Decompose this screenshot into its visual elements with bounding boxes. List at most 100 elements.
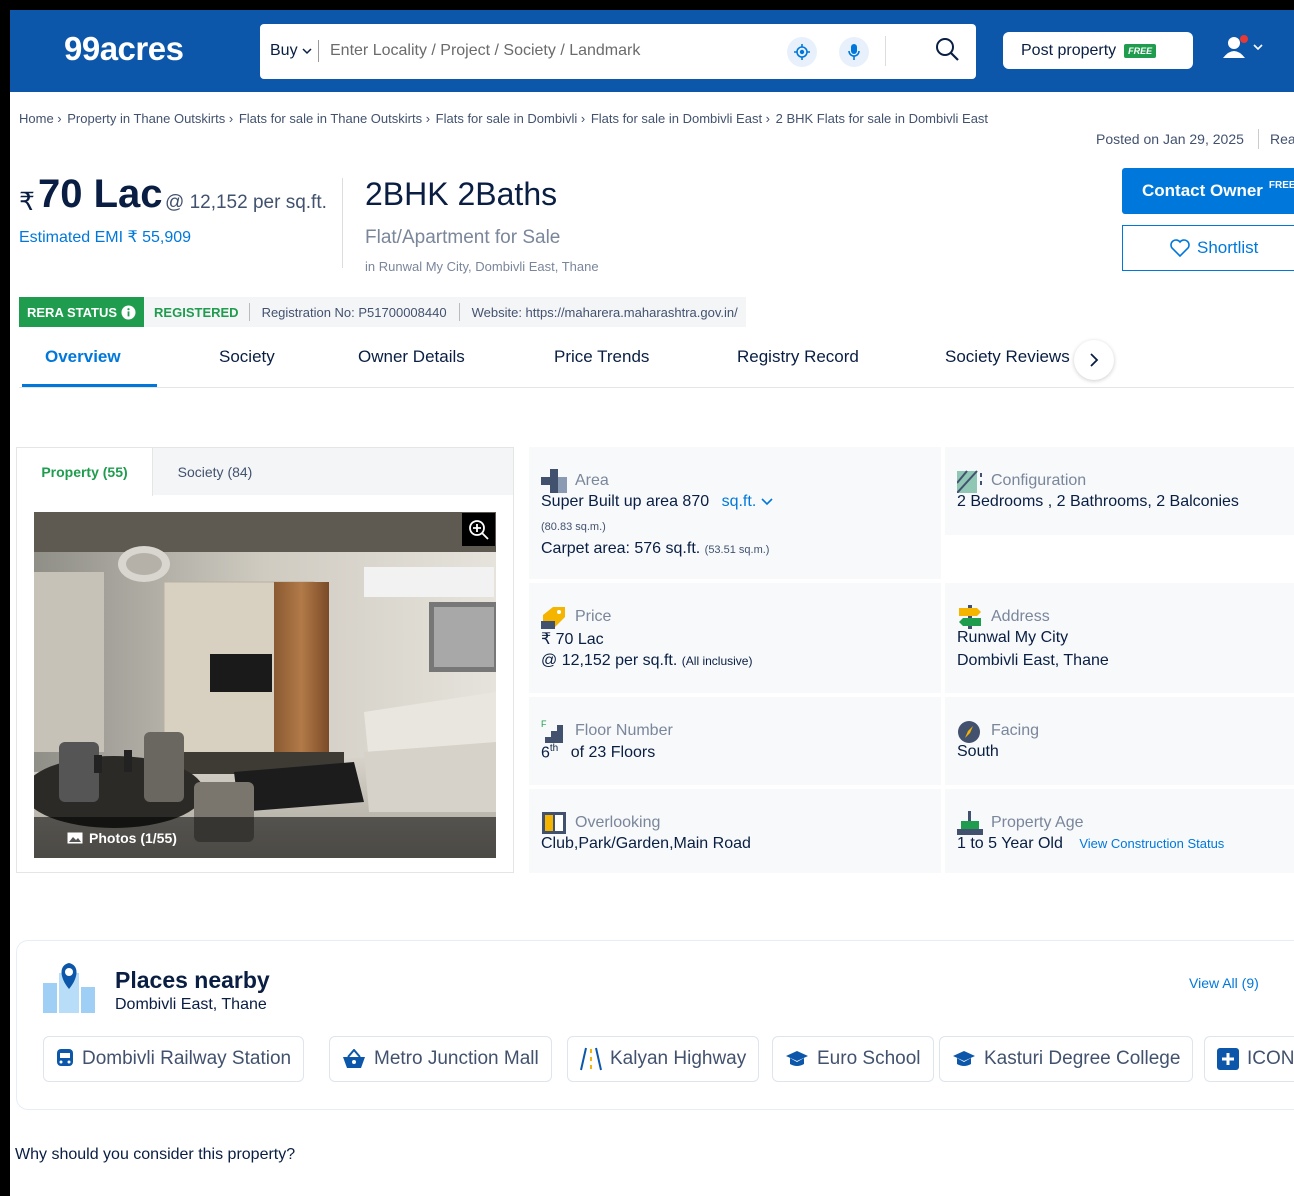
place-chip-label: Kalyan Highway: [610, 1048, 747, 1069]
tab-overview[interactable]: Overview: [45, 347, 121, 367]
overlooking-value: Club,Park/Garden,Main Road: [541, 835, 751, 852]
property-age-value: 1 to 5 Year Old View Construction Status: [957, 835, 1224, 853]
free-badge: FREE: [1268, 179, 1294, 191]
view-all-places-link[interactable]: View All (9): [1189, 975, 1259, 991]
price-detail-value: ₹ 70 Lac: [541, 631, 604, 648]
graduation-cap-icon: [786, 1051, 808, 1066]
hospital-icon: [1217, 1048, 1239, 1070]
price-label-text: Price: [575, 608, 612, 625]
image-icon: [67, 832, 83, 843]
area-unit-label: sq.ft.: [721, 493, 757, 510]
property-details-grid: Area Super Built up area 870 sq.ft. (80.…: [529, 447, 1294, 873]
rera-registered: REGISTERED: [154, 304, 239, 320]
photo-gallery: Property (55) Society (84) Photos (1/55): [16, 447, 514, 873]
photo-counter[interactable]: Photos (1/55): [34, 817, 496, 858]
floor-total: of 23 Floors: [570, 744, 656, 762]
detail-floor: F Floor Number 6th of 23 Floors: [529, 697, 941, 785]
property-age-text: 1 to 5 Year Old: [957, 835, 1063, 852]
search-input[interactable]: [330, 34, 770, 68]
place-chip-label: ICON: [1247, 1048, 1294, 1069]
configuration-label: Configuration: [957, 469, 1086, 493]
super-area-sqm: (80.83 sq.m.): [541, 521, 606, 533]
property-photo[interactable]: Photos (1/55): [34, 512, 496, 858]
tab-society[interactable]: Society: [219, 347, 275, 367]
place-chip-hospital[interactable]: ICON: [1204, 1036, 1294, 1082]
construction-status-link[interactable]: View Construction Status: [1079, 836, 1224, 851]
facing-label: Facing: [957, 719, 1039, 743]
overlooking-label-text: Overlooking: [575, 814, 661, 831]
emi-link[interactable]: Estimated EMI ₹ 55,909: [19, 227, 191, 247]
breadcrumb: Home › Property in Thane Outskirts › Fla…: [19, 111, 990, 126]
report-link[interactable]: Rea: [1270, 131, 1294, 147]
rera-status-label: RERA STATUS: [27, 304, 118, 320]
listing-type: Flat/Apartment for Sale: [365, 227, 561, 248]
place-chip-college[interactable]: Kasturi Degree College: [939, 1036, 1194, 1082]
listing-location: in Runwal My City, Dombivli East, Thane: [365, 259, 599, 274]
rera-status-badge: RERA STATUS: [19, 297, 145, 327]
place-chip-mall[interactable]: Metro Junction Mall: [329, 1036, 552, 1082]
divider: [318, 40, 319, 62]
tab-price-trends[interactable]: Price Trends: [554, 347, 649, 367]
tab-society-reviews[interactable]: Society Reviews: [945, 347, 1070, 367]
shortlist-label: Shortlist: [1197, 238, 1259, 257]
place-chip-railway-station[interactable]: Dombivli Railway Station: [43, 1036, 305, 1082]
place-chip-highway[interactable]: Kalyan Highway: [567, 1036, 760, 1082]
chevron-down-icon: [302, 48, 312, 55]
breadcrumb-item[interactable]: Home ›: [19, 111, 62, 126]
breadcrumb-item[interactable]: Flats for sale in Thane Outskirts ›: [239, 111, 430, 126]
breadcrumb-item[interactable]: 2 BHK Flats for sale in Dombivli East: [776, 111, 988, 126]
locate-me-icon[interactable]: [787, 37, 817, 67]
address-line1: Runwal My City: [957, 629, 1069, 646]
divider: [885, 36, 886, 66]
area-label: Area: [541, 469, 609, 493]
breadcrumb-item[interactable]: Flats for sale in Dombivli East ›: [591, 111, 770, 126]
user-icon: [1223, 35, 1263, 58]
price-detail-persqft-value: @ 12,152 per sq.ft.: [541, 652, 678, 669]
floor-label: F Floor Number: [541, 719, 673, 743]
tab-registry-record[interactable]: Registry Record: [737, 347, 859, 367]
photo-counter-label: Photos (1/55): [89, 829, 177, 846]
site-logo[interactable]: 99acres: [64, 30, 184, 68]
tab-property-photos[interactable]: Property (55): [17, 448, 153, 496]
place-chip-school[interactable]: Euro School: [772, 1036, 934, 1082]
shortlist-button[interactable]: Shortlist: [1122, 225, 1294, 271]
detail-overlooking: Overlooking Club,Park/Garden,Main Road: [529, 789, 941, 873]
place-chip-label: Metro Junction Mall: [374, 1048, 539, 1069]
heart-icon: [1170, 239, 1190, 258]
rera-website[interactable]: Website: https://maharera.maharashtra.go…: [460, 305, 746, 320]
buy-label: Buy: [270, 42, 298, 59]
tabs-next-button[interactable]: [1074, 340, 1114, 380]
price-label: Price: [541, 605, 611, 629]
tab-society-photos[interactable]: Society (84): [153, 448, 277, 495]
post-property-button[interactable]: Post property FREE: [1003, 32, 1193, 69]
window-icon: [542, 812, 566, 834]
contact-owner-button[interactable]: Contact Owner FREE: [1122, 168, 1294, 214]
divider: [1258, 129, 1259, 149]
breadcrumb-item[interactable]: Flats for sale in Dombivli ›: [436, 111, 586, 126]
svg-text:F: F: [541, 719, 547, 729]
breadcrumb-item[interactable]: Property in Thane Outskirts ›: [67, 111, 233, 126]
info-icon[interactable]: [121, 305, 136, 320]
top-header: 99acres Buy Post property FREE: [10, 10, 1294, 92]
microphone-icon[interactable]: [839, 37, 869, 67]
buy-dropdown[interactable]: Buy: [270, 42, 312, 60]
configuration-label-text: Configuration: [991, 472, 1087, 489]
area-unit-dropdown[interactable]: sq.ft.: [722, 493, 773, 510]
property-age-label: Property Age: [957, 811, 1084, 835]
contact-owner-label: Contact Owner: [1142, 181, 1263, 200]
section-tabs: Overview Society Owner Details Price Tre…: [19, 332, 1294, 388]
super-area-value: Super Built up area 870: [541, 493, 710, 510]
tab-owner-details[interactable]: Owner Details: [358, 347, 465, 367]
rera-bar: RERA STATUS REGISTERED Registration No: …: [19, 297, 746, 327]
active-tab-indicator: [22, 384, 157, 387]
search-bar: Buy: [260, 24, 976, 79]
overlooking-label: Overlooking: [541, 811, 660, 835]
zoom-icon[interactable]: [462, 513, 495, 546]
floor-label-text: Floor Number: [575, 722, 673, 739]
search-icon[interactable]: [934, 36, 960, 62]
detail-property-age: Property Age 1 to 5 Year Old View Constr…: [945, 789, 1294, 873]
user-menu[interactable]: [1222, 34, 1266, 69]
free-badge: FREE: [1124, 43, 1157, 58]
location-city-icon: [43, 963, 95, 1013]
places-nearby-section: Places nearby Dombivli East, Thane View …: [16, 940, 1294, 1110]
